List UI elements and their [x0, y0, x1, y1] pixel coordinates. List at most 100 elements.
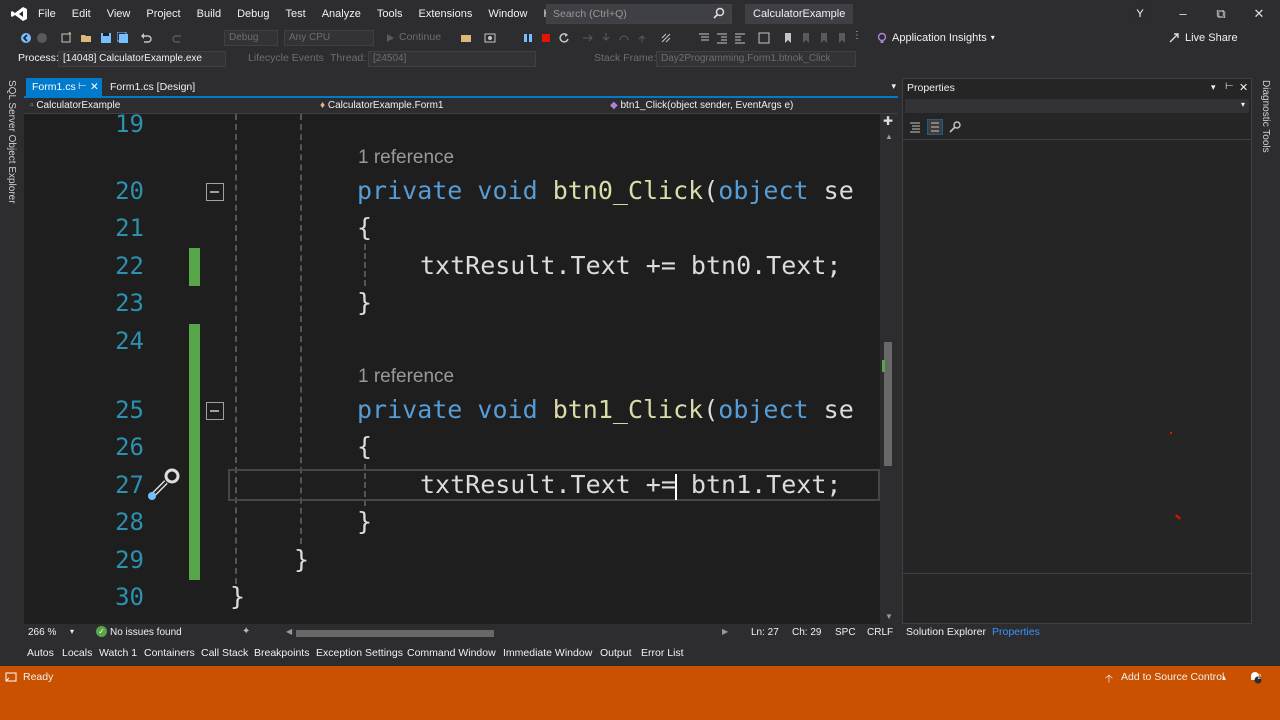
panel-menu-icon[interactable]: ▾ — [1211, 82, 1216, 93]
stop-debugging-icon[interactable] — [540, 32, 552, 44]
open-folder-icon[interactable] — [80, 32, 92, 44]
undo-icon[interactable] — [140, 32, 152, 44]
line-ending-indicator[interactable]: CRLF — [867, 627, 893, 638]
menu-analyze[interactable]: Analyze — [314, 0, 369, 28]
close-panel-icon[interactable]: ✕ — [1239, 81, 1248, 94]
new-project-icon[interactable] — [60, 32, 72, 44]
scroll-up-icon[interactable]: ▲ — [885, 132, 893, 141]
menu-test[interactable]: Test — [278, 0, 314, 28]
tab-output[interactable]: Output — [600, 647, 632, 659]
clear-bookmarks-icon[interactable] — [836, 32, 848, 44]
tab-form1-cs-design[interactable]: Form1.cs [Design] — [104, 78, 214, 96]
minimize-button[interactable]: – — [1164, 0, 1202, 28]
outdent-icon[interactable] — [734, 32, 746, 44]
next-bookmark-icon[interactable] — [818, 32, 830, 44]
visual-studio-logo-icon[interactable] — [10, 6, 28, 22]
codelens-references[interactable]: 1 reference — [358, 366, 454, 388]
menu-file[interactable]: File — [30, 0, 64, 28]
save-icon[interactable] — [100, 32, 112, 44]
step-over-icon[interactable] — [618, 32, 630, 44]
menu-view[interactable]: View — [99, 0, 139, 28]
menu-extensions[interactable]: Extensions — [411, 0, 481, 28]
solution-config-dropdown[interactable]: Debug — [224, 30, 278, 46]
live-share-button[interactable]: Live Share — [1168, 28, 1238, 48]
tab-command-window[interactable]: Command Window — [407, 647, 496, 659]
tab-overflow-icon[interactable]: ▾ — [891, 81, 896, 92]
tab-error-list[interactable]: Error List — [641, 647, 684, 659]
tab-solution-explorer[interactable]: Solution Explorer — [906, 626, 986, 638]
menu-tools[interactable]: Tools — [369, 0, 411, 28]
step-into-icon[interactable] — [600, 32, 612, 44]
tab-immediate-window[interactable]: Immediate Window — [503, 647, 592, 659]
scrollbar-thumb[interactable] — [884, 342, 892, 466]
avatar[interactable]: Y — [1131, 5, 1149, 23]
menu-edit[interactable]: Edit — [64, 0, 99, 28]
diagnostic-tools-tab[interactable]: Diagnostic Tools — [1260, 80, 1271, 153]
menu-project[interactable]: Project — [138, 0, 188, 28]
indent-icon[interactable] — [716, 32, 728, 44]
chevron-up-icon[interactable]: ▴ — [1222, 673, 1226, 682]
tab-call-stack[interactable]: Call Stack — [201, 647, 248, 659]
whitespace-indicator[interactable]: SPC — [835, 627, 856, 638]
attach-icon[interactable] — [460, 32, 472, 44]
scroll-down-icon[interactable]: ▼ — [885, 612, 893, 621]
screenshot-icon[interactable] — [484, 32, 496, 44]
tab-locals[interactable]: Locals — [62, 647, 92, 659]
editor-vertical-scrollbar[interactable]: ✚ ▲ ▼ — [880, 114, 898, 624]
close-window-button[interactable]: ✕ — [1240, 0, 1278, 28]
alphabetical-icon[interactable] — [927, 119, 943, 135]
scroll-left-icon[interactable]: ◀ — [286, 627, 292, 636]
bookmark-icon[interactable] — [782, 32, 794, 44]
issues-status[interactable]: No issues found — [110, 627, 182, 638]
tab-properties[interactable]: Properties — [992, 626, 1040, 638]
tab-autos[interactable]: Autos — [27, 647, 54, 659]
property-pages-icon[interactable] — [949, 121, 961, 133]
member-dropdown[interactable]: ◆ btn1_Click(object sender, EventArgs e) — [610, 99, 894, 113]
pin-icon[interactable]: ⊢ — [78, 78, 87, 96]
class-dropdown[interactable]: ♦ CalculatorExample.Form1 — [320, 99, 610, 113]
menu-build[interactable]: Build — [189, 0, 229, 28]
split-editor-icon[interactable]: ✚ — [883, 114, 893, 128]
sql-server-object-explorer-tab[interactable]: SQL Server Object Explorer — [6, 80, 17, 204]
categorized-icon[interactable] — [909, 121, 921, 133]
scroll-right-icon[interactable]: ▶ — [722, 627, 728, 636]
comment-lines-icon[interactable] — [758, 32, 770, 44]
prev-bookmark-icon[interactable] — [800, 32, 812, 44]
tab-form1-cs[interactable]: Form1.cs ⊢ ✕ — [26, 78, 102, 96]
lifecycle-events-label[interactable]: Lifecycle Events — [248, 52, 324, 64]
zoom-dropdown-icon[interactable]: ▾ — [70, 627, 74, 636]
tab-containers[interactable]: Containers — [144, 647, 195, 659]
process-dropdown[interactable]: [14048] CalculatorExample.exe — [58, 51, 226, 67]
redo-icon[interactable] — [172, 32, 184, 44]
application-insights-button[interactable]: Application Insights ▾ — [876, 28, 995, 48]
pin-panel-icon[interactable]: ⊢ — [1225, 81, 1234, 92]
close-tab-icon[interactable]: ✕ — [90, 78, 99, 96]
collapse-region-icon[interactable] — [206, 402, 224, 420]
tab-exception-settings[interactable]: Exception Settings — [316, 647, 403, 659]
tab-watch-1[interactable]: Watch 1 — [99, 647, 137, 659]
code-editor[interactable]: 19 20 21 22 23 24 25 26 27 28 29 30 1 re… — [24, 114, 880, 624]
platform-dropdown[interactable]: Any CPU — [284, 30, 374, 46]
restore-button[interactable]: ⧉ — [1202, 0, 1240, 28]
save-all-icon[interactable] — [117, 32, 129, 44]
continue-icon[interactable] — [384, 32, 396, 44]
restart-icon[interactable] — [558, 32, 570, 44]
step-out-icon[interactable] — [636, 32, 648, 44]
edit-and-continue-icon[interactable] — [146, 466, 182, 502]
show-next-statement-icon[interactable] — [582, 32, 594, 44]
add-to-source-control-button[interactable]: Add to Source Control — [1121, 671, 1224, 683]
zoom-level[interactable]: 266 % — [28, 627, 56, 638]
line-indicator[interactable]: Ln: 27 — [751, 627, 779, 638]
search-input[interactable]: Search (Ctrl+Q) — [546, 4, 732, 24]
code-cleanup-icon[interactable]: ✦ — [242, 626, 250, 637]
codelens-references[interactable]: 1 reference — [358, 147, 454, 169]
thread-dropdown[interactable]: [24504] — [368, 51, 536, 67]
hot-reload-icon[interactable] — [660, 32, 672, 44]
tab-breakpoints[interactable]: Breakpoints — [254, 647, 309, 659]
forward-icon[interactable] — [36, 32, 48, 44]
object-selector[interactable]: ▾ — [905, 99, 1249, 113]
break-all-icon[interactable] — [522, 32, 534, 44]
menu-debug[interactable]: Debug — [229, 0, 277, 28]
stack-frame-dropdown[interactable]: Day2Programming.Form1.btnok_Click — [656, 51, 856, 67]
comment-icon[interactable] — [698, 32, 710, 44]
